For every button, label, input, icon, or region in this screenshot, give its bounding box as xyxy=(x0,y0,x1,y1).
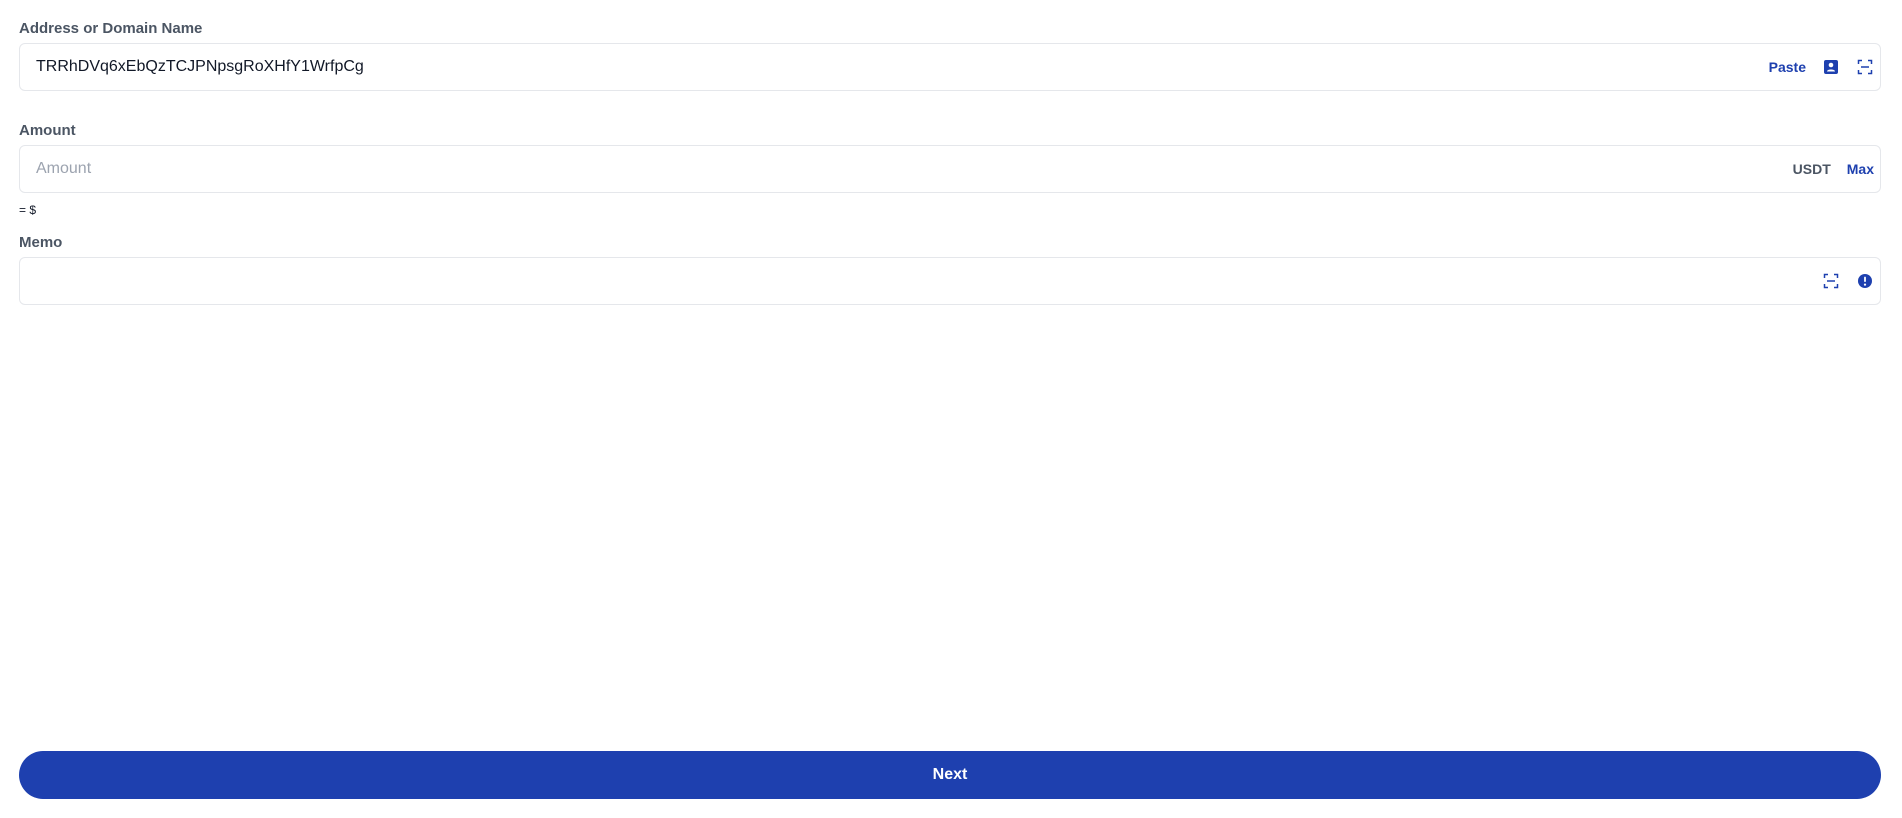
address-book-icon[interactable] xyxy=(1822,58,1840,76)
scan-icon[interactable] xyxy=(1822,272,1840,290)
memo-field xyxy=(19,257,1881,305)
amount-actions: USDT Max xyxy=(1793,161,1880,177)
address-field: Paste xyxy=(19,43,1881,91)
address-label: Address or Domain Name xyxy=(19,20,203,37)
info-icon[interactable] xyxy=(1856,272,1874,290)
paste-button[interactable]: Paste xyxy=(1769,59,1806,75)
usd-equivalent: = $ xyxy=(19,203,37,217)
next-button[interactable]: Next xyxy=(19,751,1881,799)
currency-unit: USDT xyxy=(1792,161,1831,177)
send-form: Address or Domain Name Paste xyxy=(0,0,1902,818)
memo-label: Memo xyxy=(19,234,63,251)
amount-input[interactable] xyxy=(20,146,1793,192)
address-input[interactable] xyxy=(20,44,1769,90)
memo-actions xyxy=(1822,272,1880,290)
scan-icon[interactable] xyxy=(1856,58,1874,76)
address-actions: Paste xyxy=(1769,58,1880,76)
amount-field: USDT Max xyxy=(19,145,1881,193)
memo-input[interactable] xyxy=(20,258,1822,304)
max-button[interactable]: Max xyxy=(1847,161,1874,177)
amount-label: Amount xyxy=(19,122,76,139)
